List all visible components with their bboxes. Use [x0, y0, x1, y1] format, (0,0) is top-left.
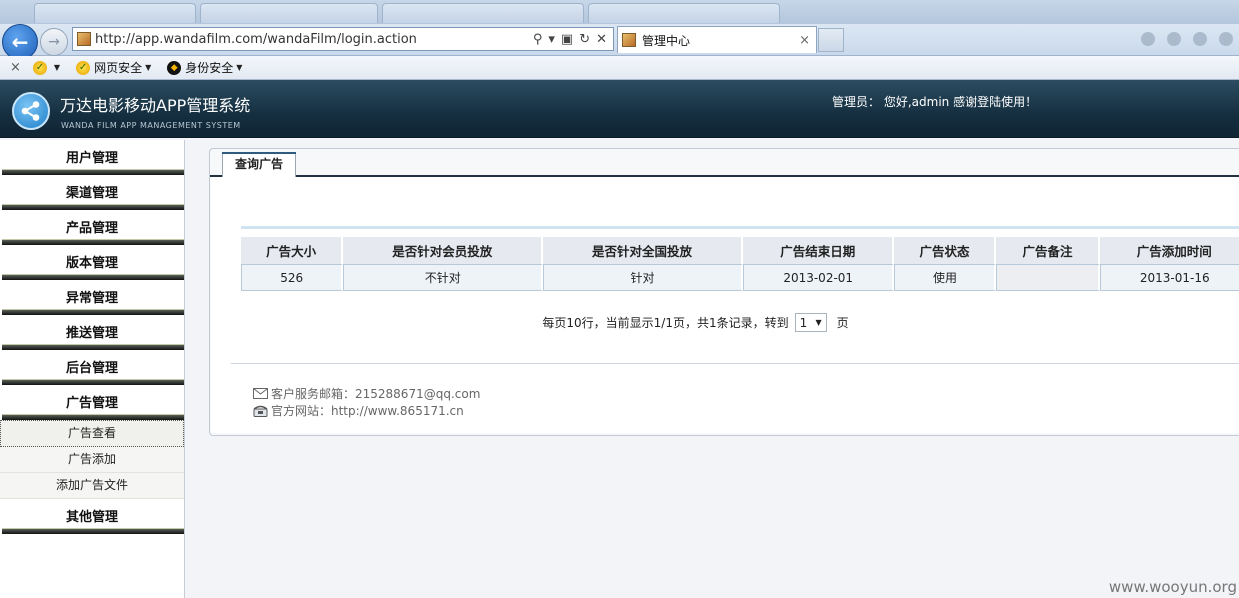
share-logo-icon [12, 92, 50, 130]
url-input[interactable] [95, 31, 533, 47]
footer-site-text: 官方网站：http://www.865171.cn [271, 404, 464, 418]
home-icon[interactable] [1167, 32, 1181, 46]
table-cell: 不针对 [343, 264, 544, 291]
dropdown-icon[interactable]: ▾ [548, 32, 555, 47]
column-header: 广告结束日期 [742, 237, 895, 264]
table-cell: 2013-01-16 [1100, 264, 1239, 291]
tab-query-ads[interactable]: 查询广告 [222, 152, 297, 177]
panel-body: 广告大小 是否针对会员投放 是否针对全国投放 广告结束日期 广告状态 广告备注 … [211, 177, 1239, 433]
phone-icon [253, 405, 268, 417]
pagination-suffix: 页 [836, 316, 849, 330]
column-header: 广告备注 [996, 237, 1101, 264]
chevron-down-icon: ▼ [145, 63, 152, 72]
ad-table: 广告大小 是否针对会员投放 是否针对全国投放 广告结束日期 广告状态 广告备注 … [241, 237, 1239, 291]
tab-favicon-icon [622, 33, 636, 47]
footer-email-text: 客户服务邮箱：215288671@qq.com [271, 387, 481, 401]
back-button[interactable]: ← [2, 24, 38, 60]
column-header: 广告大小 [241, 237, 344, 264]
page-select-value: 1 [799, 315, 808, 330]
sidebar-item-push-management[interactable]: 推送管理 [0, 315, 184, 350]
admin-label: 管理员： [832, 95, 881, 109]
browser-toolbar: × ✓ ▼ ✓ 网页安全 ▼ ◆ 身份安全 ▼ [0, 56, 1239, 80]
footer-site: 官方网站：http://www.865171.cn [253, 402, 464, 419]
identity-security-button[interactable]: ◆ 身份安全 ▼ [167, 59, 242, 76]
app-subtitle: WANDA FILM APP MANAGEMENT SYSTEM [61, 121, 241, 130]
sidebar-item-version-management[interactable]: 版本管理 [0, 245, 184, 280]
background-tab[interactable] [382, 3, 584, 23]
web-security-label: 网页安全 [94, 61, 143, 75]
tab-title: 管理中心 [642, 33, 691, 48]
tab-management-center[interactable]: 管理中心 × [617, 26, 817, 53]
browser-nav-bar: ← → ⚲ ▾ ▣ ↻ ✕ 管理中心 × [0, 24, 1239, 60]
sidebar-item-exception-management[interactable]: 异常管理 [0, 280, 184, 315]
address-bar[interactable]: ⚲ ▾ ▣ ↻ ✕ [72, 27, 614, 51]
arrow-left-icon: ← [11, 30, 29, 54]
admin-greeting: 管理员： 您好,admin 感谢登陆使用！ [832, 93, 1037, 110]
browser-right-icons [1141, 32, 1233, 46]
compatibility-view-icon[interactable]: ▣ [561, 32, 573, 47]
sidebar-item-product-management[interactable]: 产品管理 [0, 210, 184, 245]
table-cell: 526 [241, 264, 344, 291]
sidebar-item-channel-management[interactable]: 渠道管理 [0, 175, 184, 210]
toolbar-menu-button[interactable]: ✓ ▼ [32, 60, 61, 75]
background-tab[interactable] [200, 3, 378, 23]
table-cell: 针对 [543, 264, 743, 291]
footer-email: 客户服务邮箱：215288671@qq.com [253, 385, 480, 402]
mail-icon [253, 388, 268, 399]
background-tab[interactable] [588, 3, 780, 23]
panel-tab-bar: 查询广告 [210, 149, 1239, 177]
sidebar-item-other-management[interactable]: 其他管理 [0, 499, 184, 534]
sidebar-subitem-ad-add[interactable]: 广告添加 [0, 447, 184, 473]
page-select[interactable]: 1 ▼ [794, 313, 827, 332]
table-header-row: 广告大小 是否针对会员投放 是否针对全国投放 广告结束日期 广告状态 广告备注 … [241, 237, 1239, 264]
refresh-icon[interactable]: ↻ [579, 32, 590, 47]
greeting-text: 您好,admin 感谢登陆使用！ [883, 95, 1038, 109]
site-favicon-icon [77, 32, 91, 46]
tab-close-icon[interactable]: × [799, 33, 810, 48]
table-row: 526 不针对 针对 2013-02-01 使用 2013-01-16 [241, 264, 1239, 291]
app-header: 万达电影移动APP管理系统 WANDA FILM APP MANAGEMENT … [0, 80, 1239, 138]
sidebar-subitem-add-ad-file[interactable]: 添加广告文件 [0, 473, 184, 499]
search-icon[interactable] [1141, 32, 1155, 46]
favorites-icon[interactable] [1193, 32, 1207, 46]
column-header: 广告状态 [894, 237, 997, 264]
close-toolbar-icon[interactable]: × [10, 60, 21, 75]
table-cell: 使用 [894, 264, 997, 291]
check-icon: ✓ [76, 60, 91, 75]
column-header: 广告添加时间 [1100, 237, 1239, 264]
forward-button[interactable]: → [40, 28, 68, 56]
app-title: 万达电影移动APP管理系统 [60, 96, 251, 115]
table-cell [996, 264, 1101, 291]
gear-icon[interactable] [1219, 32, 1233, 46]
web-security-button[interactable]: ✓ 网页安全 ▼ [76, 59, 151, 76]
sidebar-item-backend-management[interactable]: 后台管理 [0, 350, 184, 385]
sidebar-item-user-management[interactable]: 用户管理 [0, 140, 184, 175]
table-divider [241, 226, 1239, 229]
identity-security-label: 身份安全 [185, 61, 234, 75]
column-header: 是否针对全国投放 [543, 237, 743, 264]
chevron-down-icon: ▼ [236, 63, 243, 72]
sidebar: 用户管理 渠道管理 产品管理 版本管理 异常管理 推送管理 后台管理 广告管理 … [0, 140, 185, 598]
watermark: www.wooyun.org [1108, 578, 1237, 596]
check-icon: ✓ [32, 60, 47, 75]
sidebar-item-ad-management[interactable]: 广告管理 [0, 385, 184, 420]
shield-icon: ◆ [167, 60, 182, 75]
search-icon[interactable]: ⚲ [533, 32, 543, 47]
footer-divider [231, 363, 1239, 364]
stop-icon[interactable]: ✕ [596, 32, 607, 47]
pagination-text: 每页10行，当前显示1/1页，共1条记录，转到 [542, 316, 789, 330]
table-cell: 2013-02-01 [742, 264, 895, 291]
browser-tab-strip [0, 0, 1239, 24]
new-tab-button[interactable] [818, 28, 844, 52]
background-tab[interactable] [34, 3, 196, 23]
sidebar-subitem-ad-view[interactable]: 广告查看 [0, 420, 184, 447]
column-header: 是否针对会员投放 [343, 237, 544, 264]
chevron-down-icon: ▼ [53, 63, 61, 72]
content-panel: 查询广告 广告大小 是否针对会员投放 是否针对全国投放 广告结束日期 广告状态 … [209, 148, 1239, 436]
chevron-down-icon: ▼ [815, 318, 822, 327]
pagination: 每页10行，当前显示1/1页，共1条记录，转到 1 ▼ 页 [211, 313, 1239, 332]
arrow-right-icon: → [48, 34, 60, 50]
